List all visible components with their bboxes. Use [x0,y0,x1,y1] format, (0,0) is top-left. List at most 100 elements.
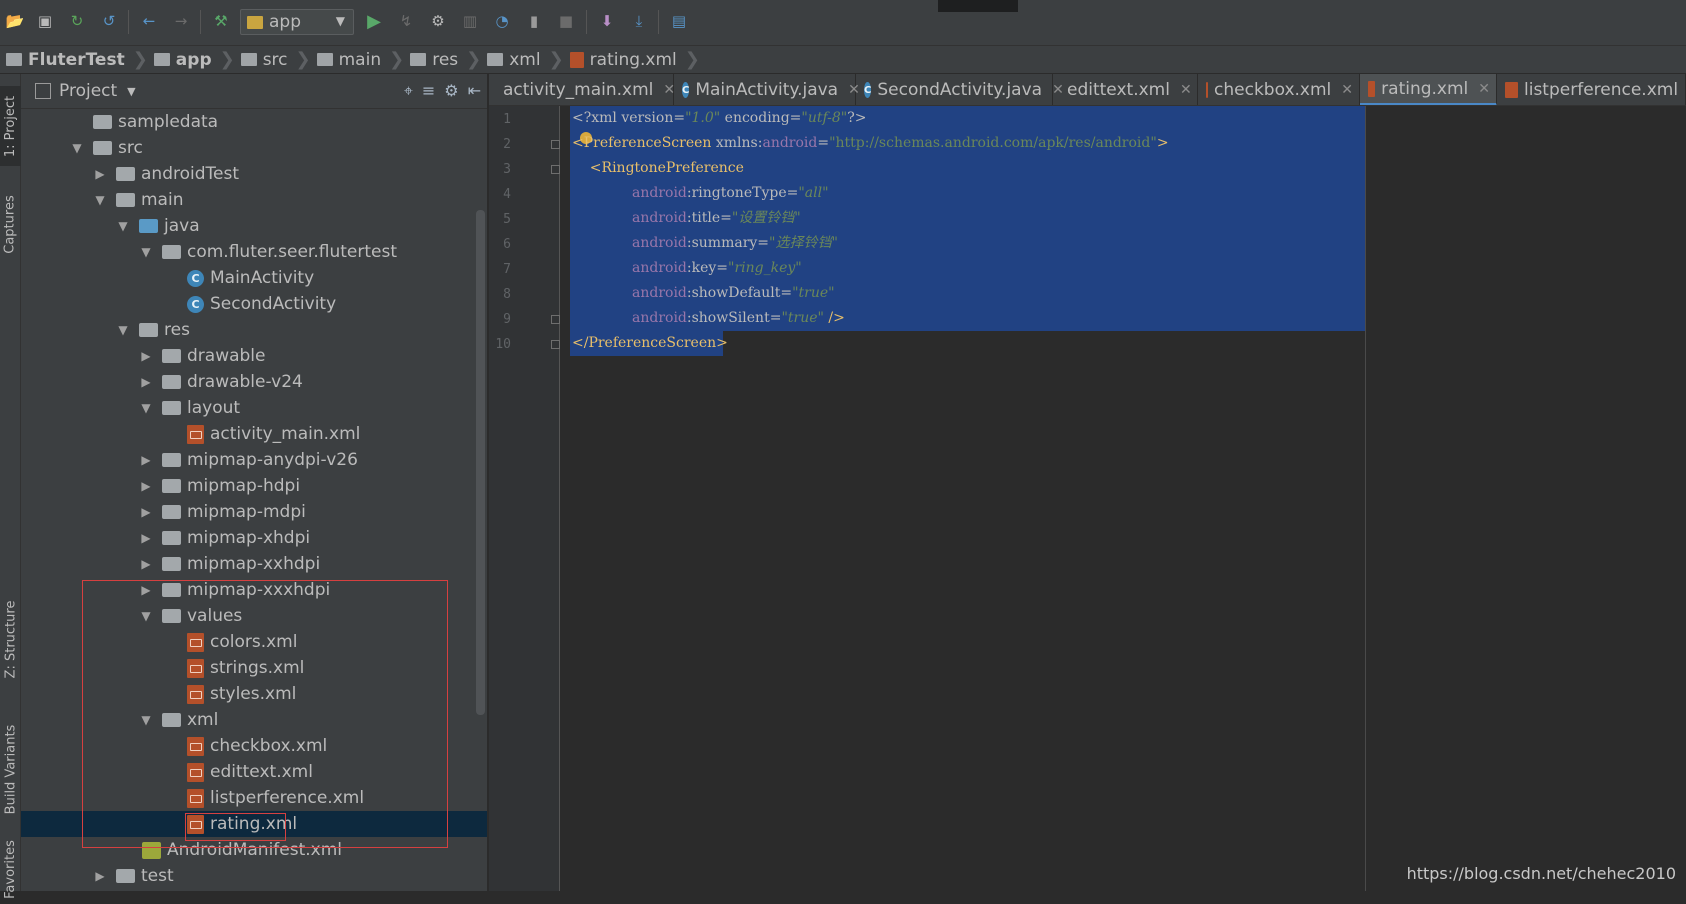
tree-item-mipmap-xxxhdpi[interactable]: ▶ mipmap-xxxhdpi [21,577,487,603]
chevron-right-icon[interactable]: ▶ [138,531,154,545]
hide-panel-icon[interactable]: ⇤ [468,81,481,101]
run-config-select[interactable]: app ▼ [240,9,354,35]
tree-item-styles-xml[interactable]: styles.xml [21,681,487,707]
close-icon[interactable]: ✕ [1478,81,1490,97]
chevron-down-icon[interactable]: ▼ [138,609,154,623]
chevron-right-icon[interactable]: ▶ [138,375,154,389]
close-icon[interactable]: ✕ [1180,82,1192,98]
tree-item-res[interactable]: ▼ res [21,317,487,343]
build-icon[interactable]: ⚒ [210,10,232,32]
tree-item-values[interactable]: ▼ values [21,603,487,629]
close-icon[interactable]: ✕ [1341,82,1353,98]
chevron-down-icon[interactable]: ▼ [69,141,85,155]
chevron-down-icon[interactable]: ▼ [115,219,131,233]
tab-build-variants-tool[interactable]: Build Variants [0,714,21,824]
tree-item-sampledata[interactable]: sampledata [21,109,487,135]
breadcrumb-item[interactable]: rating.xml ❯ [569,49,700,70]
gear-icon[interactable]: ⚙ [444,81,458,101]
chevron-right-icon[interactable]: ▶ [138,453,154,467]
tree-item-mipmap-xxhdpi[interactable]: ▶ mipmap-xxhdpi [21,551,487,577]
run-icon[interactable]: ▶ [363,10,385,32]
tree-item-java[interactable]: ▼ java [21,213,487,239]
tree-item-test[interactable]: ▶ test [21,863,487,889]
chevron-down-icon[interactable]: ▼ [92,193,108,207]
chevron-right-icon[interactable]: ▶ [138,505,154,519]
tree-item-mipmap-anydpi-v26[interactable]: ▶ mipmap-anydpi-v26 [21,447,487,473]
stop-icon[interactable]: ■ [555,10,577,32]
tab-secondactivity-java[interactable]: C SecondActivity.java ✕ [856,74,1064,105]
open-icon[interactable]: 📂 [4,10,26,32]
breadcrumb-item[interactable]: src ❯ [240,49,311,70]
chevron-right-icon[interactable]: ▶ [92,869,108,883]
chevron-down-icon[interactable]: ▼ [115,323,131,337]
tree-item-drawable-v24[interactable]: ▶ drawable-v24 [21,369,487,395]
tree-item-colors-xml[interactable]: colors.xml [21,629,487,655]
chevron-right-icon[interactable]: ▶ [138,479,154,493]
tree-item-src[interactable]: ▼ src [21,135,487,161]
fold-marker-icon[interactable] [551,140,560,149]
tree-item-drawable[interactable]: ▶ drawable [21,343,487,369]
layout-inspector-icon[interactable]: ▤ [668,10,690,32]
back-icon[interactable]: ← [138,10,160,32]
tree-item-activity-main-xml[interactable]: activity_main.xml [21,421,487,447]
tab-favorites-tool[interactable]: Favorites [0,834,21,904]
breadcrumb-item[interactable]: main ❯ [316,49,404,70]
sdk-manager-icon[interactable]: ⬇ [596,10,618,32]
chevron-down-icon[interactable]: ▼ [138,713,154,727]
attach-debugger-icon[interactable]: ▥ [459,10,481,32]
fold-marker-icon[interactable] [551,340,560,349]
collapse-all-icon[interactable]: ≡ [422,81,435,101]
project-scrollbar[interactable] [476,210,485,715]
chevron-right-icon[interactable]: ▶ [92,167,108,181]
tree-item-checkbox-xml[interactable]: checkbox.xml [21,733,487,759]
project-view-selector[interactable]: Project [59,81,117,101]
tree-item-edittext-xml[interactable]: edittext.xml [21,759,487,785]
breadcrumb-item[interactable]: res ❯ [410,49,481,70]
tab-checkbox-xml[interactable]: checkbox.xml ✕ [1198,74,1360,105]
tab-captures-tool[interactable]: Captures [0,184,21,264]
device-icon[interactable]: ▮ [523,10,545,32]
fold-marker-icon[interactable] [551,315,560,324]
locate-icon[interactable]: ⌖ [404,81,413,101]
tab-activity-main-xml[interactable]: activity_main.xml ✕ [489,74,675,105]
tree-item-layout[interactable]: ▼ layout [21,395,487,421]
tree-item-mainactivity[interactable]: C MainActivity [21,265,487,291]
tab-mainactivity-java[interactable]: C MainActivity.java ✕ [674,74,860,105]
chevron-right-icon[interactable]: ▶ [138,557,154,571]
refresh-icon[interactable]: ↺ [98,10,120,32]
tree-item-main[interactable]: ▼ main [21,187,487,213]
tree-item-listperference-xml[interactable]: listperference.xml [21,785,487,811]
tree-item-androidtest[interactable]: ▶ androidTest [21,161,487,187]
tree-item-mipmap-xhdpi[interactable]: ▶ mipmap-xhdpi [21,525,487,551]
debug-icon[interactable]: ⚙ [427,10,449,32]
sync-icon[interactable]: ↻ [66,10,88,32]
tab-rating-xml[interactable]: rating.xml ✕ [1360,74,1497,105]
tab-listperference-xml[interactable]: listperference.xml [1497,74,1686,105]
fold-marker-icon[interactable] [551,165,560,174]
forward-icon[interactable]: → [170,10,192,32]
tab-project-tool[interactable]: 1: Project [0,86,21,166]
chevron-right-icon[interactable]: ▶ [138,349,154,363]
save-icon[interactable]: ▣ [34,10,56,32]
breadcrumb-item[interactable]: app ❯ [153,49,235,70]
chevron-down-icon[interactable]: ▼ [138,245,154,259]
download-icon[interactable]: ⤓ [628,10,650,32]
tree-item-xml[interactable]: ▼ xml [21,707,487,733]
tree-item-mipmap-mdpi[interactable]: ▶ mipmap-mdpi [21,499,487,525]
breadcrumb-item[interactable]: xml ❯ [487,49,564,70]
apply-changes-icon[interactable]: ↯ [395,10,417,32]
tab-edittext-xml[interactable]: edittext.xml ✕ [1053,74,1198,105]
tree-item-strings-xml[interactable]: strings.xml [21,655,487,681]
chevron-down-icon[interactable]: ▼ [138,401,154,415]
chevron-down-icon[interactable]: ▼ [127,85,135,98]
breadcrumb-item[interactable]: FluterTest ❯ [6,49,148,70]
code-editor[interactable]: <?xml version="1.0" encoding="utf-8"?> <… [560,106,1686,891]
tree-item-rating-xml[interactable]: rating.xml [21,811,487,837]
tree-item-androidmanifest[interactable]: AndroidManifest.xml [21,837,487,863]
tree-item-mipmap-hdpi[interactable]: ▶ mipmap-hdpi [21,473,487,499]
tree-item-package[interactable]: ▼ com.fluter.seer.flutertest [21,239,487,265]
editor-gutter[interactable]: 1 2 3 4 5 6 7 8 9 10 [489,106,560,891]
tab-structure-tool[interactable]: Z: Structure [0,594,21,684]
chevron-right-icon[interactable]: ▶ [138,583,154,597]
tree-item-secondactivity[interactable]: C SecondActivity [21,291,487,317]
